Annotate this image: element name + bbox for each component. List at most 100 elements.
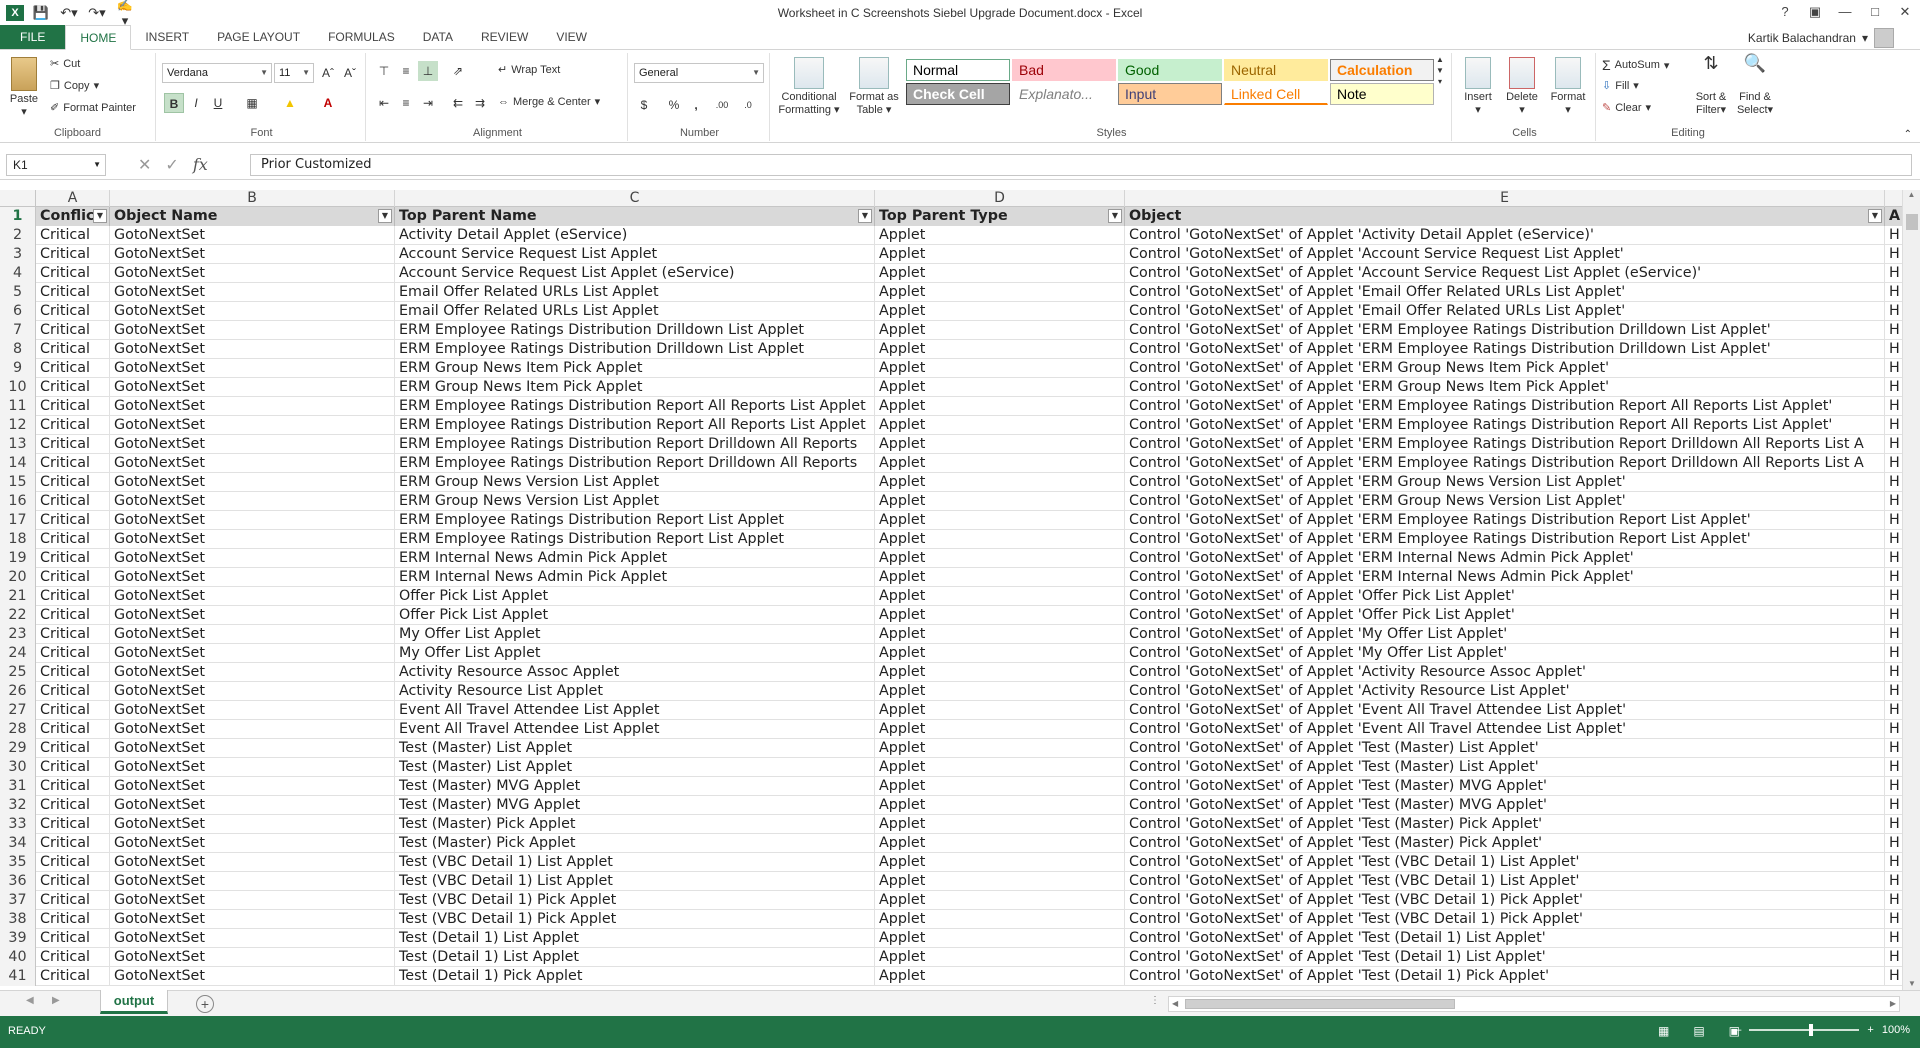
row-header[interactable]: 15 — [0, 473, 36, 492]
cell[interactable]: GotoNextSet — [110, 853, 395, 872]
header-cell[interactable]: Object Name ▼ — [110, 207, 395, 226]
column-header-a[interactable]: A — [36, 190, 110, 207]
cancel-icon[interactable]: ✕ — [138, 155, 151, 175]
row-header[interactable]: 27 — [0, 701, 36, 720]
cell[interactable]: Critical — [36, 511, 110, 530]
zoom-out-icon[interactable]: – — [1735, 1024, 1741, 1036]
row-header[interactable]: 40 — [0, 948, 36, 967]
cell[interactable]: Applet — [875, 644, 1125, 663]
cell-style-neutral[interactable]: Neutral — [1224, 59, 1328, 81]
cell[interactable]: Critical — [36, 530, 110, 549]
row-header[interactable]: 36 — [0, 872, 36, 891]
cell[interactable]: Applet — [875, 834, 1125, 853]
row-header[interactable]: 16 — [0, 492, 36, 511]
formula-input[interactable]: Prior Customized — [250, 154, 1912, 176]
row-header[interactable]: 9 — [0, 359, 36, 378]
split-handle-icon[interactable]: ⋮ — [1150, 995, 1160, 1006]
cell[interactable]: Critical — [36, 264, 110, 283]
cell[interactable]: Applet — [875, 454, 1125, 473]
cell[interactable]: Applet — [875, 568, 1125, 587]
cell[interactable]: Control 'GotoNextSet' of Applet 'Test (D… — [1125, 967, 1885, 986]
cell[interactable]: H — [1885, 530, 1902, 549]
align-bottom-icon[interactable]: ⊥ — [418, 61, 438, 81]
tab-view[interactable]: VIEW — [542, 25, 601, 49]
align-right-icon[interactable]: ⇥ — [418, 93, 438, 113]
cell[interactable]: Critical — [36, 378, 110, 397]
cell[interactable]: GotoNextSet — [110, 777, 395, 796]
sort-filter-button[interactable]: ⇅ Sort & Filter▾ — [1690, 54, 1732, 117]
cell[interactable]: ERM Group News Item Pick Applet — [395, 378, 875, 397]
cell[interactable]: Control 'GotoNextSet' of Applet 'Test (V… — [1125, 853, 1885, 872]
font-name-select[interactable]: Verdana ▼ — [162, 63, 272, 83]
cell[interactable]: Control 'GotoNextSet' of Applet 'ERM Emp… — [1125, 454, 1885, 473]
cell[interactable]: Critical — [36, 416, 110, 435]
cell[interactable]: GotoNextSet — [110, 283, 395, 302]
cell[interactable]: Critical — [36, 302, 110, 321]
cell[interactable]: GotoNextSet — [110, 416, 395, 435]
scroll-up-icon[interactable]: ▲ — [1903, 190, 1920, 199]
cell[interactable]: ERM Employee Ratings Distribution Report… — [395, 435, 875, 454]
cell[interactable]: H — [1885, 435, 1902, 454]
cell[interactable]: H — [1885, 283, 1902, 302]
cell[interactable]: Control 'GotoNextSet' of Applet 'ERM Gro… — [1125, 473, 1885, 492]
scroll-down-icon[interactable]: ▼ — [1903, 979, 1920, 988]
cell[interactable]: GotoNextSet — [110, 891, 395, 910]
cell[interactable]: GotoNextSet — [110, 435, 395, 454]
cell[interactable]: Critical — [36, 891, 110, 910]
cell[interactable]: H — [1885, 454, 1902, 473]
find-select-button[interactable]: 🔍 Find & Select▾ — [1734, 54, 1776, 117]
cell[interactable]: Critical — [36, 910, 110, 929]
cell[interactable]: H — [1885, 397, 1902, 416]
cell[interactable]: Critical — [36, 967, 110, 986]
header-cell[interactable]: Top Parent Type ▼ — [875, 207, 1125, 226]
cell[interactable]: ERM Internal News Admin Pick Applet — [395, 549, 875, 568]
align-top-icon[interactable]: ⊤ — [374, 61, 394, 81]
cell[interactable]: Test (Detail 1) Pick Applet — [395, 967, 875, 986]
cell[interactable]: GotoNextSet — [110, 644, 395, 663]
cell[interactable]: Critical — [36, 397, 110, 416]
cell[interactable]: GotoNextSet — [110, 929, 395, 948]
row-header[interactable]: 13 — [0, 435, 36, 454]
cell[interactable]: Critical — [36, 777, 110, 796]
cell[interactable]: H — [1885, 644, 1902, 663]
cell[interactable]: Control 'GotoNextSet' of Applet 'ERM Emp… — [1125, 416, 1885, 435]
row-header[interactable]: 21 — [0, 587, 36, 606]
italic-button[interactable]: I — [186, 93, 206, 113]
cell[interactable]: Control 'GotoNextSet' of Applet 'Offer P… — [1125, 587, 1885, 606]
cell[interactable]: Control 'GotoNextSet' of Applet 'Test (M… — [1125, 815, 1885, 834]
row-header[interactable]: 8 — [0, 340, 36, 359]
header-cell[interactable]: Object ▼ — [1125, 207, 1885, 226]
cell[interactable]: GotoNextSet — [110, 245, 395, 264]
cell[interactable]: Applet — [875, 435, 1125, 454]
cell[interactable]: H — [1885, 226, 1902, 245]
insert-cells-button[interactable]: Insert ▾ — [1458, 57, 1498, 117]
cell[interactable]: Control 'GotoNextSet' of Applet 'My Offe… — [1125, 644, 1885, 663]
collapse-ribbon-icon[interactable]: ⌃ — [1904, 129, 1912, 140]
cell[interactable]: H — [1885, 473, 1902, 492]
cell[interactable]: Critical — [36, 435, 110, 454]
cell[interactable]: Control 'GotoNextSet' of Applet 'ERM Int… — [1125, 568, 1885, 587]
cell[interactable]: Critical — [36, 473, 110, 492]
paste-button[interactable]: Paste ▾ — [6, 57, 42, 119]
cell[interactable]: GotoNextSet — [110, 625, 395, 644]
cell[interactable]: Critical — [36, 948, 110, 967]
row-header[interactable]: 29 — [0, 739, 36, 758]
cell[interactable]: ERM Employee Ratings Distribution Drilld… — [395, 321, 875, 340]
cell[interactable]: Critical — [36, 283, 110, 302]
cell[interactable]: Critical — [36, 492, 110, 511]
tab-file[interactable]: FILE — [0, 25, 66, 49]
zoom-level[interactable]: 100% — [1882, 1024, 1910, 1036]
cell[interactable]: GotoNextSet — [110, 530, 395, 549]
cell[interactable]: GotoNextSet — [110, 815, 395, 834]
cell[interactable]: GotoNextSet — [110, 359, 395, 378]
cell[interactable]: Test (Master) MVG Applet — [395, 796, 875, 815]
copy-button[interactable]: ❐ Copy ▾ — [50, 79, 99, 93]
cell[interactable]: ERM Employee Ratings Distribution Report… — [395, 416, 875, 435]
decrease-font-size-icon[interactable]: Aˇ — [340, 63, 360, 83]
column-header-e[interactable]: E — [1125, 190, 1885, 207]
row-header[interactable]: 18 — [0, 530, 36, 549]
close-button[interactable]: ✕ — [1890, 0, 1920, 26]
cell[interactable]: ERM Group News Version List Applet — [395, 473, 875, 492]
cell[interactable]: Test (VBC Detail 1) Pick Applet — [395, 891, 875, 910]
row-header[interactable]: 41 — [0, 967, 36, 986]
